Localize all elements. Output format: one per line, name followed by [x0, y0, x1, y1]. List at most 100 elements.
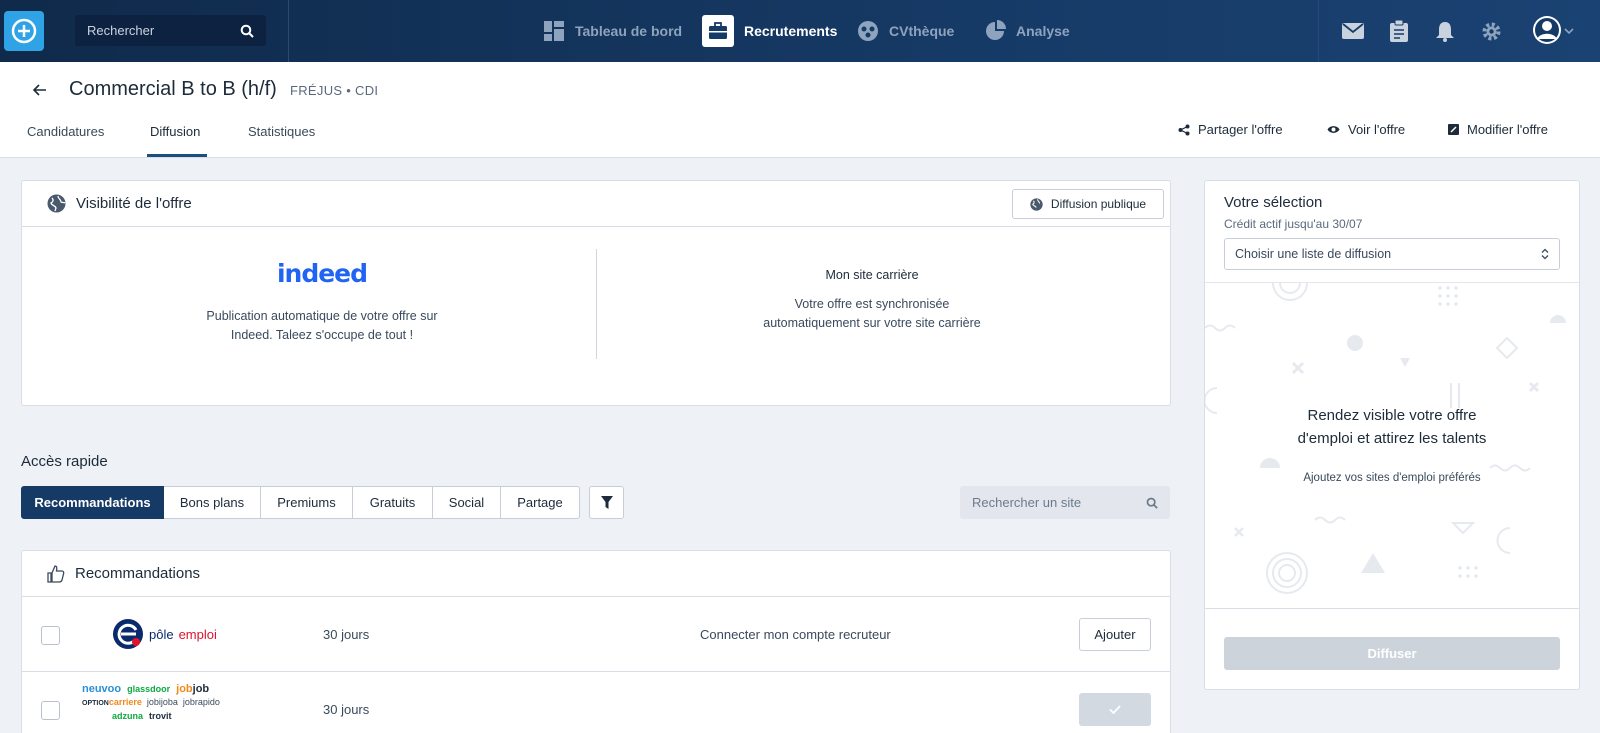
career-site-title: Mon site carrière — [825, 268, 919, 282]
jobijoba-logo: jobijoba — [146, 697, 178, 707]
dashboard-icon — [543, 20, 565, 42]
pole-emploi-logo-text2: emploi — [178, 626, 217, 642]
diffusion-list-select[interactable]: Choisir une liste de diffusion — [1224, 238, 1560, 270]
top-navbar: Rechercher Tableau de bord Recrutements … — [0, 0, 1600, 62]
share-icon — [1178, 124, 1190, 135]
view-offer-button[interactable]: Voir l'offre — [1327, 122, 1405, 137]
avatar[interactable] — [1532, 15, 1562, 45]
added-check-button[interactable] — [1079, 693, 1151, 726]
filter-tab-bons-plans[interactable]: Bons plans — [164, 486, 261, 519]
global-search-input[interactable]: Rechercher — [75, 15, 266, 46]
optioncarriere-logo: OPTIONcarriere — [82, 696, 142, 710]
table-row: neuvoo glassdoor jobjob OPTIONcarriere j… — [22, 673, 1170, 733]
back-arrow-icon[interactable] — [32, 82, 50, 100]
quick-access-title: Accès rapide — [21, 453, 108, 470]
recommendations-title: Recommandations — [75, 565, 201, 582]
credit-status: Crédit actif jusqu'au 30/07 — [1224, 217, 1363, 231]
add-site-button[interactable]: Ajouter — [1079, 618, 1151, 651]
view-offer-label: Voir l'offre — [1348, 122, 1406, 137]
nav-label-recruitments: Recrutements — [744, 23, 838, 39]
visibility-card-header: Visibilité de l'offre — [22, 181, 1170, 227]
job-header: Commercial B to B (h/f) FRÉJUS • CDI Can… — [0, 62, 1600, 158]
jobjob-logo-part2: job — [192, 683, 210, 695]
page-title: Commercial B to B (h/f) — [69, 78, 277, 100]
global-search-placeholder: Rechercher — [87, 23, 155, 38]
quick-access-tabs: Recommandations Bons plans Premiums Grat… — [21, 486, 580, 519]
gear-icon[interactable] — [1479, 19, 1503, 43]
plus-circle-icon — [11, 18, 37, 44]
visibility-card: Visibilité de l'offre Diffusion publique… — [21, 180, 1171, 406]
search-icon[interactable] — [1146, 497, 1158, 509]
indeed-description-line2: Indeed. Taleez s'occupe de tout ! — [230, 328, 414, 342]
trovit-logo: trovit — [149, 711, 172, 721]
table-row: pôle emploi 30 jours Connecter mon compt… — [22, 598, 1170, 672]
empty-state-area: Rendez visible votre offre d'emploi et a… — [1205, 282, 1579, 609]
row-duration: 30 jours — [323, 627, 370, 642]
jobjob-logo-part1: job — [176, 683, 193, 695]
edit-offer-button[interactable]: Modifier l'offre — [1448, 122, 1548, 137]
row-checkbox[interactable] — [41, 626, 60, 645]
nav-label-cvtheque: CVthèque — [889, 23, 955, 39]
thumbs-up-icon — [47, 564, 65, 583]
nav-label-analyse: Analyse — [1016, 23, 1070, 39]
diffuse-button[interactable]: Diffuser — [1224, 637, 1560, 670]
empty-state-subtitle: Ajoutez vos sites d'emploi préférés — [1303, 472, 1481, 484]
jobjob-logo: jobjob — [176, 683, 209, 696]
empty-state-title-line1: Rendez visible votre offre — [1307, 407, 1477, 424]
site-search-input[interactable]: Rechercher un site — [960, 486, 1170, 519]
select-arrows-icon — [1541, 248, 1549, 260]
nav-separator — [1318, 0, 1319, 62]
clipboard-icon[interactable] — [1387, 19, 1411, 43]
globe-icon — [47, 194, 66, 213]
pole-emploi-logo-text1: pôle — [149, 626, 174, 642]
add-button[interactable] — [4, 11, 44, 51]
filter-tab-partage[interactable]: Partage — [501, 486, 580, 519]
check-icon — [1109, 705, 1121, 714]
connect-recruiter-link[interactable]: Connecter mon compte recruteur — [700, 627, 891, 642]
share-offer-label: Partager l'offre — [1198, 122, 1283, 137]
nav-item-dashboard[interactable]: Tableau de bord — [543, 0, 682, 62]
site-search-placeholder: Rechercher un site — [972, 495, 1082, 510]
briefcase-icon — [702, 15, 734, 47]
career-site-line1: Votre offre est synchronisée — [794, 297, 950, 311]
nav-item-recruitments[interactable]: Recrutements — [702, 0, 837, 62]
filter-tab-recommandations[interactable]: Recommandations — [21, 486, 164, 519]
indeed-logo: indeed — [276, 259, 368, 288]
filter-tab-gratuits[interactable]: Gratuits — [353, 486, 433, 519]
nav-item-cvtheque[interactable]: CVthèque — [857, 0, 954, 62]
selection-panel: Votre sélection Crédit actif jusqu'au 30… — [1204, 180, 1580, 690]
adzuna-logo: adzuna — [112, 711, 144, 721]
cv-database-icon — [857, 20, 879, 42]
pole-emploi-logo: pôle emploi — [112, 618, 217, 650]
mail-icon[interactable] — [1341, 19, 1365, 43]
tab-candidatures[interactable]: Candidatures — [27, 124, 104, 139]
edit-icon — [1448, 124, 1459, 135]
optioncarriere-logo-part2: carriere — [108, 697, 142, 707]
edit-offer-label: Modifier l'offre — [1467, 122, 1548, 137]
career-site-line2: automatiquement sur votre site carrière — [763, 316, 981, 330]
visibility-title: Visibilité de l'offre — [76, 195, 192, 212]
analytics-icon — [984, 20, 1006, 42]
bell-icon[interactable] — [1433, 19, 1457, 43]
public-diffusion-button[interactable]: Diffusion publique — [1012, 189, 1164, 219]
indeed-description-line1: Publication automatique de votre offre s… — [206, 309, 438, 323]
share-offer-button[interactable]: Partager l'offre — [1178, 122, 1283, 137]
empty-state-title-line2: d'emploi et attirez les talents — [1297, 430, 1487, 447]
selection-title: Votre sélection — [1224, 194, 1323, 211]
recommendations-card: Recommandations pôle emploi 30 jours Con… — [21, 550, 1171, 733]
eye-icon — [1327, 126, 1340, 133]
filter-tab-social[interactable]: Social — [433, 486, 501, 519]
vertical-divider — [596, 249, 597, 359]
search-icon[interactable] — [240, 24, 254, 38]
filter-button[interactable] — [589, 486, 624, 519]
diffusion-list-value: Choisir une liste de diffusion — [1235, 247, 1392, 261]
jobrapido-logo: jobrapido — [182, 697, 220, 707]
nav-label-dashboard: Tableau de bord — [575, 23, 683, 39]
chevron-down-icon[interactable] — [1562, 19, 1576, 43]
nav-item-analyse[interactable]: Analyse — [984, 0, 1070, 62]
tab-diffusion[interactable]: Diffusion — [150, 124, 200, 139]
row-checkbox[interactable] — [41, 701, 60, 720]
filter-tab-premiums[interactable]: Premiums — [261, 486, 353, 519]
nav-separator — [288, 0, 289, 62]
tab-statistiques[interactable]: Statistiques — [248, 124, 315, 139]
